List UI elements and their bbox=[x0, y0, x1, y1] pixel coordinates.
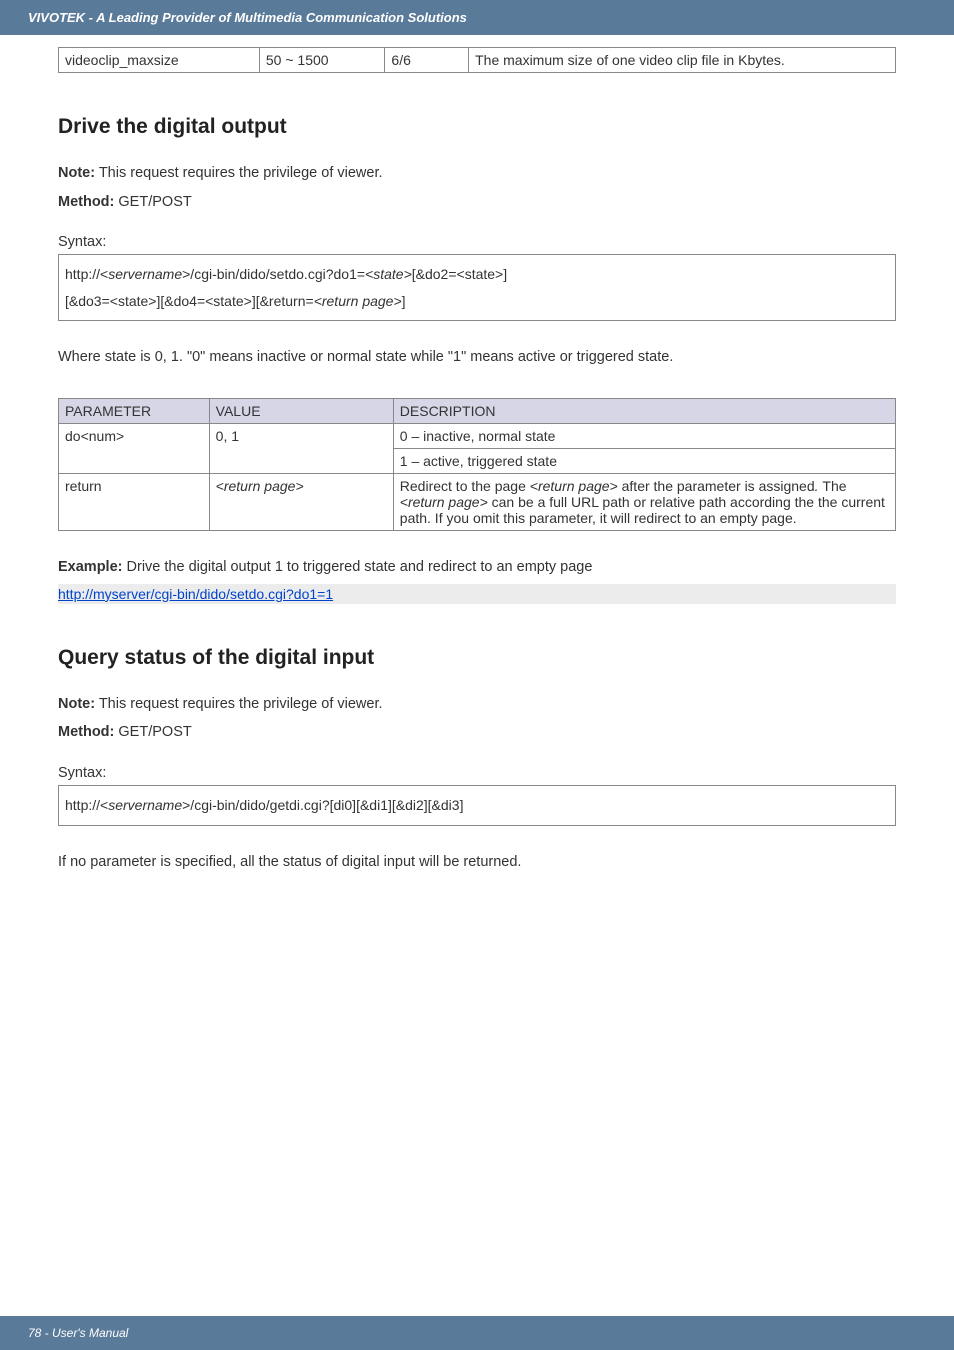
method-text: GET/POST bbox=[114, 194, 191, 210]
note-label: Note: bbox=[58, 165, 95, 181]
method-label: Method: bbox=[58, 724, 114, 740]
code-frag: >/cgi-bin/dido/setdo.cgi?do1= bbox=[182, 266, 365, 282]
table-row: videoclip_maxsize 50 ~ 1500 6/6 The maxi… bbox=[59, 48, 896, 73]
code-frag: http://< bbox=[65, 797, 108, 813]
cell-param: do<num> bbox=[59, 424, 210, 474]
table-row: return <return page> Redirect to the pag… bbox=[59, 474, 896, 531]
syntax-box-2: http://<servername>/cgi-bin/dido/getdi.c… bbox=[58, 785, 896, 826]
code-line-1: http://<servername>/cgi-bin/dido/setdo.c… bbox=[65, 261, 889, 288]
method-line-2: Method: GET/POST bbox=[58, 720, 896, 745]
syntax-label-2: Syntax: bbox=[58, 765, 896, 781]
desc-frag: The bbox=[822, 478, 846, 494]
after-text: If no parameter is specified, all the st… bbox=[58, 850, 896, 875]
syntax-label: Syntax: bbox=[58, 234, 896, 250]
code-frag: >/cgi-bin/dido/getdi.cgi?[di0][&di1][&di… bbox=[182, 797, 463, 813]
cell-desc: Redirect to the page <return page> after… bbox=[393, 474, 895, 531]
cell-value: 0, 1 bbox=[209, 424, 393, 474]
videoclip-table: videoclip_maxsize 50 ~ 1500 6/6 The maxi… bbox=[58, 47, 896, 73]
cell-value: 50 ~ 1500 bbox=[259, 48, 385, 73]
example-link[interactable]: http://myserver/cgi-bin/dido/setdo.cgi?d… bbox=[58, 584, 896, 604]
method-line: Method: GET/POST bbox=[58, 190, 896, 215]
section-heading-drive: Drive the digital output bbox=[58, 115, 896, 139]
table-header-row: PARAMETER VALUE DESCRIPTION bbox=[59, 399, 896, 424]
desc-frag-ital: <return page> bbox=[530, 478, 618, 494]
cell-desc: 1 – active, triggered state bbox=[393, 449, 895, 474]
code-frag: [&do3=<state>][&do4=<state>][&return= bbox=[65, 293, 314, 309]
method-label: Method: bbox=[58, 194, 114, 210]
th-param: PARAMETER bbox=[59, 399, 210, 424]
cell-desc: The maximum size of one video clip file … bbox=[469, 48, 896, 73]
cell-value: <return page> bbox=[209, 474, 393, 531]
code-frag: ] bbox=[402, 293, 406, 309]
param-table: PARAMETER VALUE DESCRIPTION do<num> 0, 1… bbox=[58, 398, 896, 531]
method-text: GET/POST bbox=[114, 724, 191, 740]
code-line-2: [&do3=<state>][&do4=<state>][&return=<re… bbox=[65, 288, 889, 315]
code-frag-ital: <state> bbox=[365, 266, 412, 282]
note-label: Note: bbox=[58, 696, 95, 712]
example-line: Example: Drive the digital output 1 to t… bbox=[58, 555, 896, 580]
cell-sec: 6/6 bbox=[385, 48, 469, 73]
footer-bar: 78 - User's Manual bbox=[0, 1316, 954, 1350]
note-line-2: Note: This request requires the privileg… bbox=[58, 692, 896, 717]
where-text: Where state is 0, 1. "0" means inactive … bbox=[58, 345, 896, 370]
th-desc: DESCRIPTION bbox=[393, 399, 895, 424]
syntax-box: http://<servername>/cgi-bin/dido/setdo.c… bbox=[58, 254, 896, 321]
code-frag: http://< bbox=[65, 266, 108, 282]
example-text: Drive the digital output 1 to triggered … bbox=[122, 559, 592, 575]
example-label: Example: bbox=[58, 559, 122, 575]
page-content: videoclip_maxsize 50 ~ 1500 6/6 The maxi… bbox=[0, 35, 954, 874]
cell-desc: 0 – inactive, normal state bbox=[393, 424, 895, 449]
desc-frag: after the parameter is assigned bbox=[618, 478, 815, 494]
note-text: This request requires the privilege of v… bbox=[95, 696, 382, 712]
code-frag: [&do2=<state>] bbox=[412, 266, 507, 282]
footer-text: 78 - User's Manual bbox=[28, 1326, 128, 1340]
note-line: Note: This request requires the privileg… bbox=[58, 161, 896, 186]
desc-frag: Redirect to the page bbox=[400, 478, 530, 494]
desc-frag-ital: <return page> bbox=[400, 494, 488, 510]
th-value: VALUE bbox=[209, 399, 393, 424]
header-bar: VIVOTEK - A Leading Provider of Multimed… bbox=[0, 0, 954, 35]
note-text: This request requires the privilege of v… bbox=[95, 165, 382, 181]
code-frag-ital: servername bbox=[108, 266, 182, 282]
header-text: VIVOTEK - A Leading Provider of Multimed… bbox=[28, 10, 467, 25]
code-frag-ital: servername bbox=[108, 797, 182, 813]
table-row: do<num> 0, 1 0 – inactive, normal state bbox=[59, 424, 896, 449]
section-heading-query: Query status of the digital input bbox=[58, 646, 896, 670]
cell-param: return bbox=[59, 474, 210, 531]
code-frag-ital: <return page> bbox=[314, 293, 402, 309]
cell-param: videoclip_maxsize bbox=[59, 48, 260, 73]
